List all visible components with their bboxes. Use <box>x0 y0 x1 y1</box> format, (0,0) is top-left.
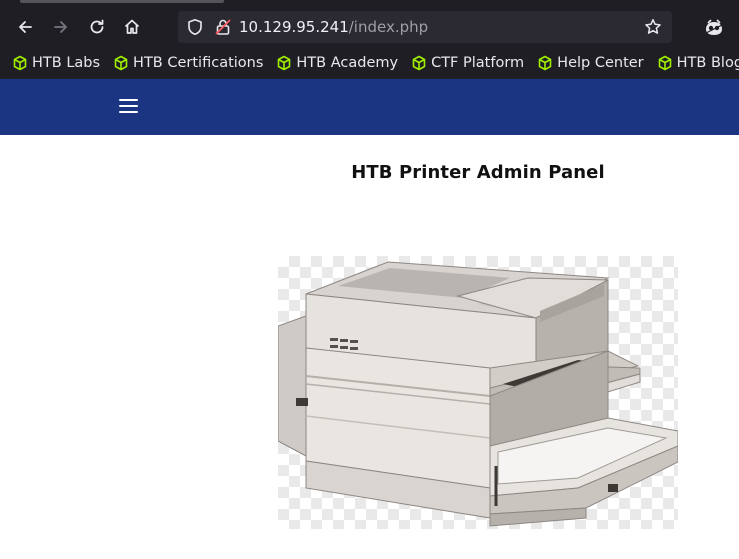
bookmark-help-center[interactable]: Help Center <box>537 55 644 71</box>
bookmark-ctf-platform[interactable]: CTF Platform <box>411 55 524 71</box>
home-icon <box>124 19 140 34</box>
insecure-lock-icon[interactable] <box>214 18 232 36</box>
arrow-right-icon <box>54 21 67 33</box>
bookmark-label: HTB Academy <box>296 55 399 71</box>
home-button[interactable] <box>119 14 145 40</box>
star-icon[interactable] <box>644 18 662 36</box>
cube-icon <box>658 55 671 71</box>
cube-icon <box>114 55 128 71</box>
bookmark-label: Help Center <box>557 55 644 71</box>
arrow-left-icon <box>19 21 32 33</box>
address-bar[interactable]: 10.129.95.241/index.php <box>178 11 672 43</box>
bookmarks-bar: HTB Labs HTB Certifications HTB Academy … <box>0 51 739 75</box>
bookmark-label: CTF Platform <box>431 55 525 71</box>
hamburger-icon-bar <box>119 111 138 113</box>
url-text[interactable]: 10.129.95.241/index.php <box>239 18 428 36</box>
page-title: HTB Printer Admin Panel <box>351 162 605 183</box>
bookmark-label: HTB Certifications <box>133 55 264 71</box>
hamburger-icon <box>119 99 138 101</box>
shield-icon[interactable] <box>186 18 204 36</box>
menu-toggle-button[interactable] <box>119 98 139 114</box>
cube-icon <box>538 55 552 71</box>
bookmark-label: HTB Blog <box>676 55 739 71</box>
extension-icon[interactable] <box>703 16 725 38</box>
url-host: 10.129.95.241 <box>239 18 349 36</box>
hamburger-icon-bar <box>119 105 138 107</box>
bookmark-htb-labs[interactable]: HTB Labs <box>12 55 100 71</box>
url-path: /index.php <box>348 18 429 36</box>
cube-icon <box>278 55 291 71</box>
cube-icon <box>13 55 27 71</box>
bookmark-htb-academy[interactable]: HTB Academy <box>276 55 398 71</box>
browser-toolbar: 10.129.95.241/index.php HTB Labs HTB Cer… <box>0 0 739 79</box>
printer-illustration <box>278 261 678 527</box>
bookmark-htb-blog[interactable]: HTB Blog <box>657 55 739 71</box>
back-button[interactable] <box>12 14 38 40</box>
reload-icon <box>90 19 104 34</box>
cube-icon <box>412 55 426 71</box>
printer-image <box>278 256 678 529</box>
site-header <box>0 79 739 135</box>
active-tab-indicator <box>20 0 224 3</box>
bookmark-label: HTB Labs <box>32 55 101 71</box>
bookmark-htb-certifications[interactable]: HTB Certifications <box>113 55 263 71</box>
reload-button[interactable] <box>84 14 110 40</box>
forward-button[interactable] <box>48 14 74 40</box>
